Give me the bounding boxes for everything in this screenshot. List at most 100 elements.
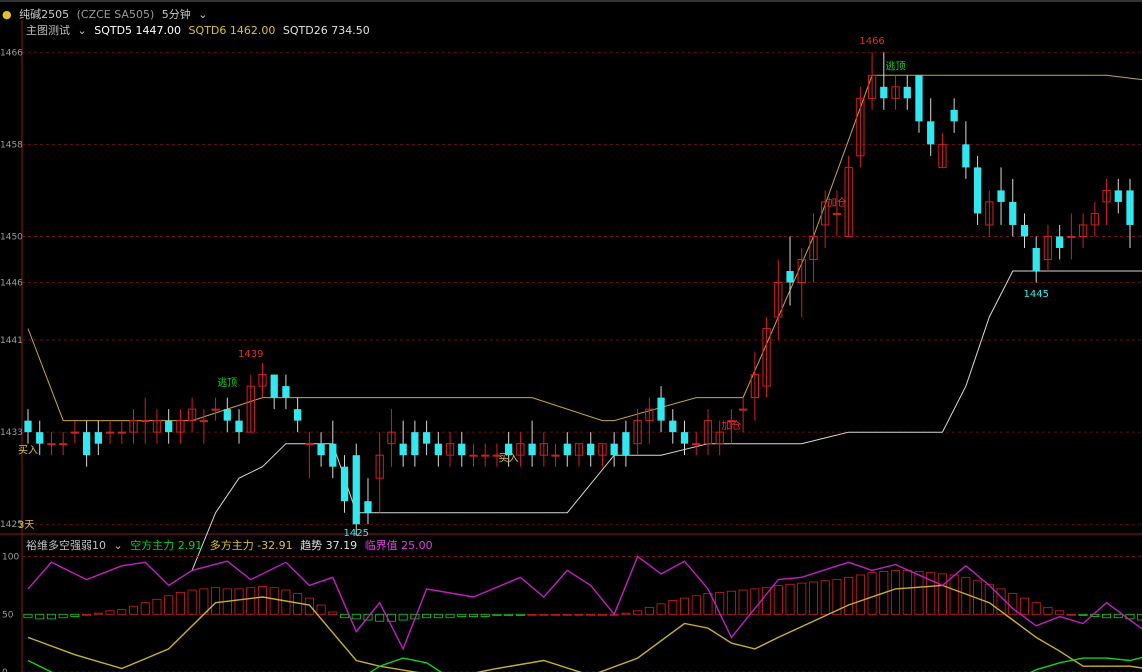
candle-down <box>270 374 278 398</box>
strength-bar <box>562 613 572 616</box>
strength-bar <box>1066 613 1076 616</box>
period-selector[interactable]: 5分钟 <box>162 8 191 21</box>
short-force-value: 空方主力 2.91 <box>130 539 203 552</box>
strength-bar <box>433 613 443 619</box>
exchange-code: (CZCE SA505) <box>76 8 155 21</box>
sqtd5-value: SQTD5 1447.00 <box>94 24 182 37</box>
candle-down <box>294 409 302 421</box>
strength-bar <box>797 582 807 615</box>
price-annotations: 1466143914251445逃顶逃顶买入加仓加仓买入3天 <box>18 36 1049 539</box>
strength-bar <box>633 610 643 615</box>
strength-bar <box>515 613 525 616</box>
candle-down <box>587 443 595 456</box>
sqtd26-value: SQTD26 734.50 <box>282 24 370 37</box>
strength-bar <box>680 597 690 615</box>
main-indicator-name[interactable]: 主图测试 <box>26 24 70 37</box>
chevron-down-icon[interactable]: ⌄ <box>198 8 207 21</box>
strength-line <box>27 656 1142 672</box>
candle-down <box>399 443 407 456</box>
strength-bar <box>269 587 279 615</box>
strength-line <box>27 584 1142 672</box>
strength-bar <box>703 593 713 615</box>
strength-bar <box>762 587 772 615</box>
strength-bar <box>164 595 174 615</box>
candle-up <box>211 408 220 411</box>
strength-bar <box>457 613 467 617</box>
candle-down <box>622 432 630 456</box>
instrument-name[interactable]: 纯碱2505 <box>19 8 69 21</box>
y-tick-label: 1466 <box>0 48 23 58</box>
strength-bar <box>527 613 537 616</box>
candle-down <box>1114 190 1122 202</box>
candle-down <box>669 420 677 433</box>
strength-bar <box>844 576 854 615</box>
strength-bar <box>375 613 385 622</box>
strength-bar <box>340 613 350 619</box>
strength-bar <box>820 580 830 615</box>
candle-down <box>165 420 173 433</box>
strength-bar <box>715 591 725 615</box>
strength-bar <box>23 613 33 619</box>
strength-bar <box>304 597 314 615</box>
candle-up <box>305 443 314 446</box>
price-annotation: 逃顶 <box>886 59 906 72</box>
candle-up <box>47 443 56 446</box>
price-annotation: 1445 <box>1023 289 1048 300</box>
candle-down <box>364 501 372 513</box>
strength-bar <box>726 590 736 615</box>
candle-up <box>738 408 748 411</box>
strength-bar <box>152 598 162 615</box>
strength-bar <box>175 591 185 615</box>
price-annotation: 买入 <box>499 452 519 464</box>
strength-bar <box>949 574 959 615</box>
instrument-dot-icon: ● <box>2 8 12 21</box>
strength-bar <box>574 613 584 616</box>
strength-bar <box>398 613 408 621</box>
strength-bar <box>539 613 549 616</box>
strength-bar <box>35 613 45 620</box>
strength-bar <box>586 613 596 616</box>
candle-series <box>24 52 1134 536</box>
candle-down <box>340 466 349 502</box>
sub-indicator-name[interactable]: 裕维多空强弱10 <box>26 539 106 552</box>
candle-down <box>329 443 337 467</box>
candle-up <box>117 431 126 434</box>
strength-bar <box>257 586 267 615</box>
candle-up <box>832 212 842 215</box>
candle-up <box>692 443 701 446</box>
indicator-line <box>27 74 1142 422</box>
strength-bar <box>445 613 455 619</box>
sqtd6-value: SQTD6 1462.00 <box>188 24 276 37</box>
candle-down <box>973 167 982 214</box>
strength-bar <box>902 570 912 615</box>
kline-chart[interactable]: 1425143314411446145014581466 14661439142… <box>0 0 1142 672</box>
chevron-down-icon[interactable]: ⌄ <box>78 24 87 37</box>
strength-bar <box>480 613 490 617</box>
strength-bar <box>1137 613 1142 621</box>
candle-down <box>915 75 923 122</box>
strength-bar <box>1043 606 1053 615</box>
sub-tick-label: 0 <box>2 668 8 672</box>
strength-bar <box>211 587 221 615</box>
candle-down <box>458 443 466 456</box>
strength-bar <box>551 613 561 616</box>
y-tick-label: 1446 <box>0 279 23 289</box>
long-force-value: 多方主力 -32.91 <box>209 539 293 552</box>
strength-bar <box>855 574 865 615</box>
strength-bar <box>1102 613 1112 619</box>
candle-down <box>1009 201 1017 225</box>
candle-up <box>199 420 208 423</box>
chevron-down-icon[interactable]: ⌄ <box>114 539 123 552</box>
strength-bars <box>23 570 1142 622</box>
strength-bar <box>785 583 795 615</box>
strength-bar <box>597 613 607 616</box>
candle-down <box>786 270 794 283</box>
y-tick-label: 1433 <box>0 428 23 438</box>
candle-up <box>551 454 560 457</box>
strength-bar <box>621 612 631 615</box>
strength-bar <box>867 572 877 615</box>
strength-bar <box>504 613 514 616</box>
strength-bar <box>668 600 678 615</box>
candle-down <box>903 86 911 99</box>
candle-down <box>282 386 290 398</box>
